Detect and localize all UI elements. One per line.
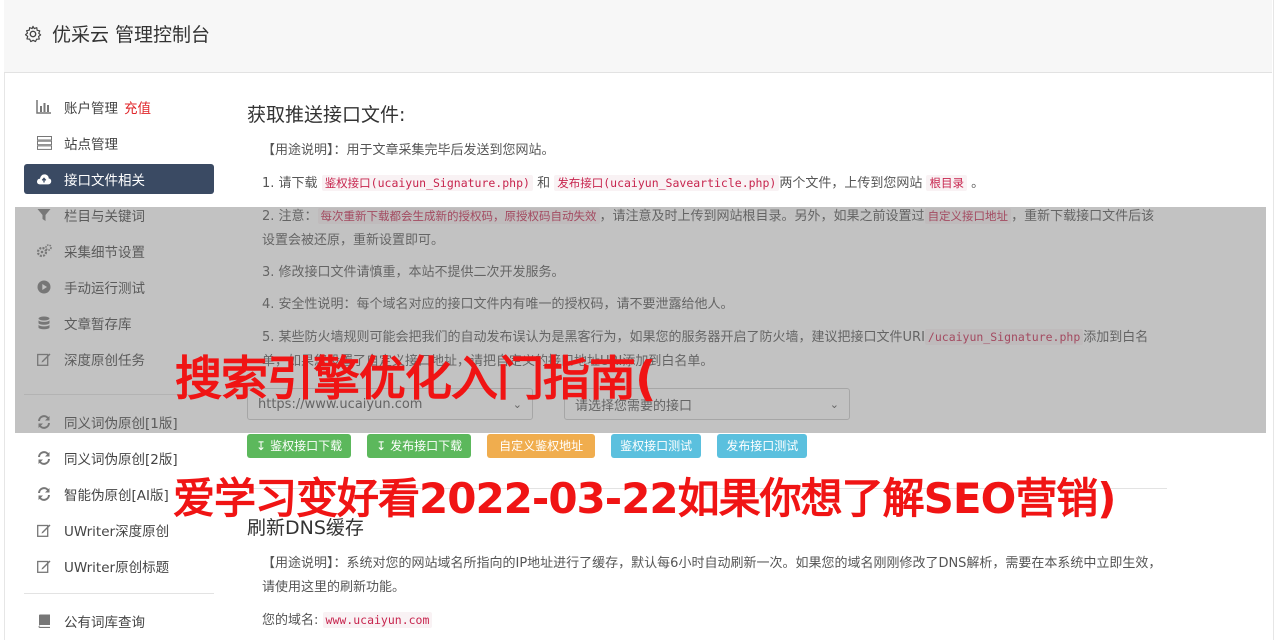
instruction-text: 和 bbox=[537, 176, 551, 191]
sidebar-item-label: 账户管理 bbox=[64, 101, 118, 117]
sidebar-item-label: 采集细节设置 bbox=[64, 245, 145, 261]
filter-icon bbox=[36, 207, 52, 223]
instruction-4: 4. 安全性说明：每个域名对应的接口文件内有唯一的授权码，请不要泄露给他人。 bbox=[262, 297, 734, 312]
signature-file-code: 鉴权接口(ucaiyun_Signature.php) bbox=[321, 175, 533, 191]
app-title: 优采云 管理控制台 bbox=[52, 24, 211, 46]
domain-label: 您的域名: bbox=[262, 613, 319, 628]
sidebar-item-synonym-v1[interactable]: 同义词伪原创[1版] bbox=[24, 407, 214, 437]
database-icon bbox=[36, 315, 52, 331]
edit-icon bbox=[36, 522, 52, 538]
edit-icon bbox=[36, 558, 52, 574]
button-label: 鉴权接口下载 bbox=[270, 439, 343, 453]
savearticle-file-code: 发布接口(ucaiyun_Savearticle.php) bbox=[554, 175, 780, 191]
app-title-group: 优采云 管理控制台 bbox=[24, 20, 210, 47]
bar-chart-icon bbox=[36, 99, 52, 115]
sidebar-item-label: 站点管理 bbox=[64, 137, 118, 153]
server-icon bbox=[36, 135, 52, 151]
play-circle-icon bbox=[36, 279, 52, 295]
button-label: 自定义鉴权地址 bbox=[499, 439, 584, 453]
sidebar-item-columns-keywords[interactable]: 栏目与关键词 bbox=[24, 200, 214, 230]
refresh-icon bbox=[36, 486, 52, 502]
dns-usage-note: 【用途说明】：系统对您的网站域名所指向的IP地址进行了缓存，默认每6小时自动刷新… bbox=[262, 556, 1162, 595]
sidebar-item-interface-files[interactable]: 接口文件相关 bbox=[24, 164, 214, 194]
publish-test-button[interactable]: 发布接口测试 bbox=[717, 434, 808, 458]
custom-address-code: 自定义接口地址 bbox=[924, 208, 1012, 224]
sidebar-item-label: 深度原创任务 bbox=[64, 353, 145, 369]
domain-row: 您的域名: www.ucaiyun.com bbox=[262, 608, 1167, 633]
sidebar-item-label: 手动运行测试 bbox=[64, 281, 145, 297]
sidebar-item-sites[interactable]: 站点管理 bbox=[24, 128, 214, 158]
instruction-2: 2. 注意： 每次重新下载都会生成新的授权码，原授权码自动失效 ，请注意及时上传到网… bbox=[262, 204, 1167, 253]
download-icon: ↧ bbox=[376, 439, 387, 453]
gear-icon bbox=[24, 25, 42, 42]
sidebar-item-label: 接口文件相关 bbox=[64, 173, 145, 189]
signature-test-button[interactable]: 鉴权接口测试 bbox=[611, 434, 702, 458]
sidebar-item-uwriter-title[interactable]: UWriter原创标题 bbox=[24, 551, 214, 581]
usage-note: 【用途说明】：用于文章采集完毕后发送到您网站。 bbox=[262, 143, 555, 158]
uri-code: /ucaiyun_Signature.php bbox=[924, 329, 1084, 345]
signature-download-button[interactable]: ↧ 鉴权接口下载 bbox=[247, 434, 352, 458]
sidebar-item-public-dictionary[interactable]: 公有词库查询 bbox=[24, 606, 214, 636]
sidebar-item-label: 同义词伪原创[2版] bbox=[64, 452, 178, 468]
instruction-text: 2. 注意： bbox=[262, 209, 318, 224]
sidebar-item-label: 公有词库查询 bbox=[64, 615, 145, 631]
section-title-push-files: 获取推送接口文件: bbox=[247, 104, 406, 126]
instruction-text: 1. 请下载 bbox=[262, 176, 318, 191]
sidebar-item-label: UWriter原创标题 bbox=[64, 560, 170, 576]
cloud-upload-icon bbox=[36, 171, 52, 187]
button-label: 发布接口测试 bbox=[726, 439, 799, 453]
watermark-line-1: 搜索引擎优化入门指南( bbox=[175, 352, 656, 407]
custom-signature-address-button[interactable]: 自定义鉴权地址 bbox=[487, 434, 596, 458]
instruction-1: 1. 请下载 鉴权接口(ucaiyun_Signature.php) 和 发布接… bbox=[262, 171, 1167, 196]
domain-value: www.ucaiyun.com bbox=[322, 612, 433, 628]
sidebar-item-label: UWriter深度原创 bbox=[64, 524, 170, 540]
instruction-text: 两个文件，上传到您网站 bbox=[779, 176, 923, 191]
sidebar-item-label: 栏目与关键词 bbox=[64, 209, 145, 225]
recharge-link[interactable]: 充值 bbox=[124, 97, 151, 117]
sidebar-item-article-store[interactable]: 文章暂存库 bbox=[24, 308, 214, 338]
instruction-text: ，请注意及时上传到网站根目录。另外，如果之前设置过 bbox=[599, 209, 925, 224]
instruction-text: 添 bbox=[1083, 330, 1097, 345]
sidebar-item-label: 同义词伪原创[1版] bbox=[64, 416, 178, 432]
chevron-down-icon: ⌄ bbox=[829, 397, 839, 411]
root-dir-code: 根目录 bbox=[926, 175, 967, 191]
button-label: 发布接口下载 bbox=[390, 439, 463, 453]
button-row: ↧ 鉴权接口下载 ↧ 发布接口下载 自定义鉴权地址 鉴权接口测试 发布接口测试 bbox=[247, 434, 1167, 458]
book-icon bbox=[36, 613, 52, 629]
sidebar-item-manual-run[interactable]: 手动运行测试 bbox=[24, 272, 214, 302]
instruction-text: 。 bbox=[971, 176, 985, 191]
download-icon: ↧ bbox=[256, 439, 267, 453]
sidebar-item-label: 智能伪原创[AI版] bbox=[64, 488, 169, 504]
watermark-line-2: 爱学习变好看2022-03-22如果你想了解SEO营销) bbox=[173, 474, 1116, 523]
instruction-3: 3. 修改接口文件请慎重，本站不提供二次开发服务。 bbox=[262, 265, 565, 280]
sidebar-item-label: 文章暂存库 bbox=[64, 317, 132, 333]
sidebar-item-collect-settings[interactable]: 采集细节设置 bbox=[24, 236, 214, 266]
gears-icon bbox=[36, 243, 52, 259]
refresh-icon bbox=[36, 414, 52, 430]
refresh-icon bbox=[36, 450, 52, 466]
warning-code: 每次重新下载都会生成新的授权码，原授权码自动失效 bbox=[317, 208, 600, 224]
sidebar-divider bbox=[24, 593, 214, 594]
top-bar: 优采云 管理控制台 bbox=[4, 0, 1272, 73]
sidebar-item-account[interactable]: 账户管理 充值 bbox=[24, 92, 214, 122]
publish-download-button[interactable]: ↧ 发布接口下载 bbox=[367, 434, 472, 458]
edit-icon bbox=[36, 351, 52, 367]
button-label: 鉴权接口测试 bbox=[620, 439, 693, 453]
